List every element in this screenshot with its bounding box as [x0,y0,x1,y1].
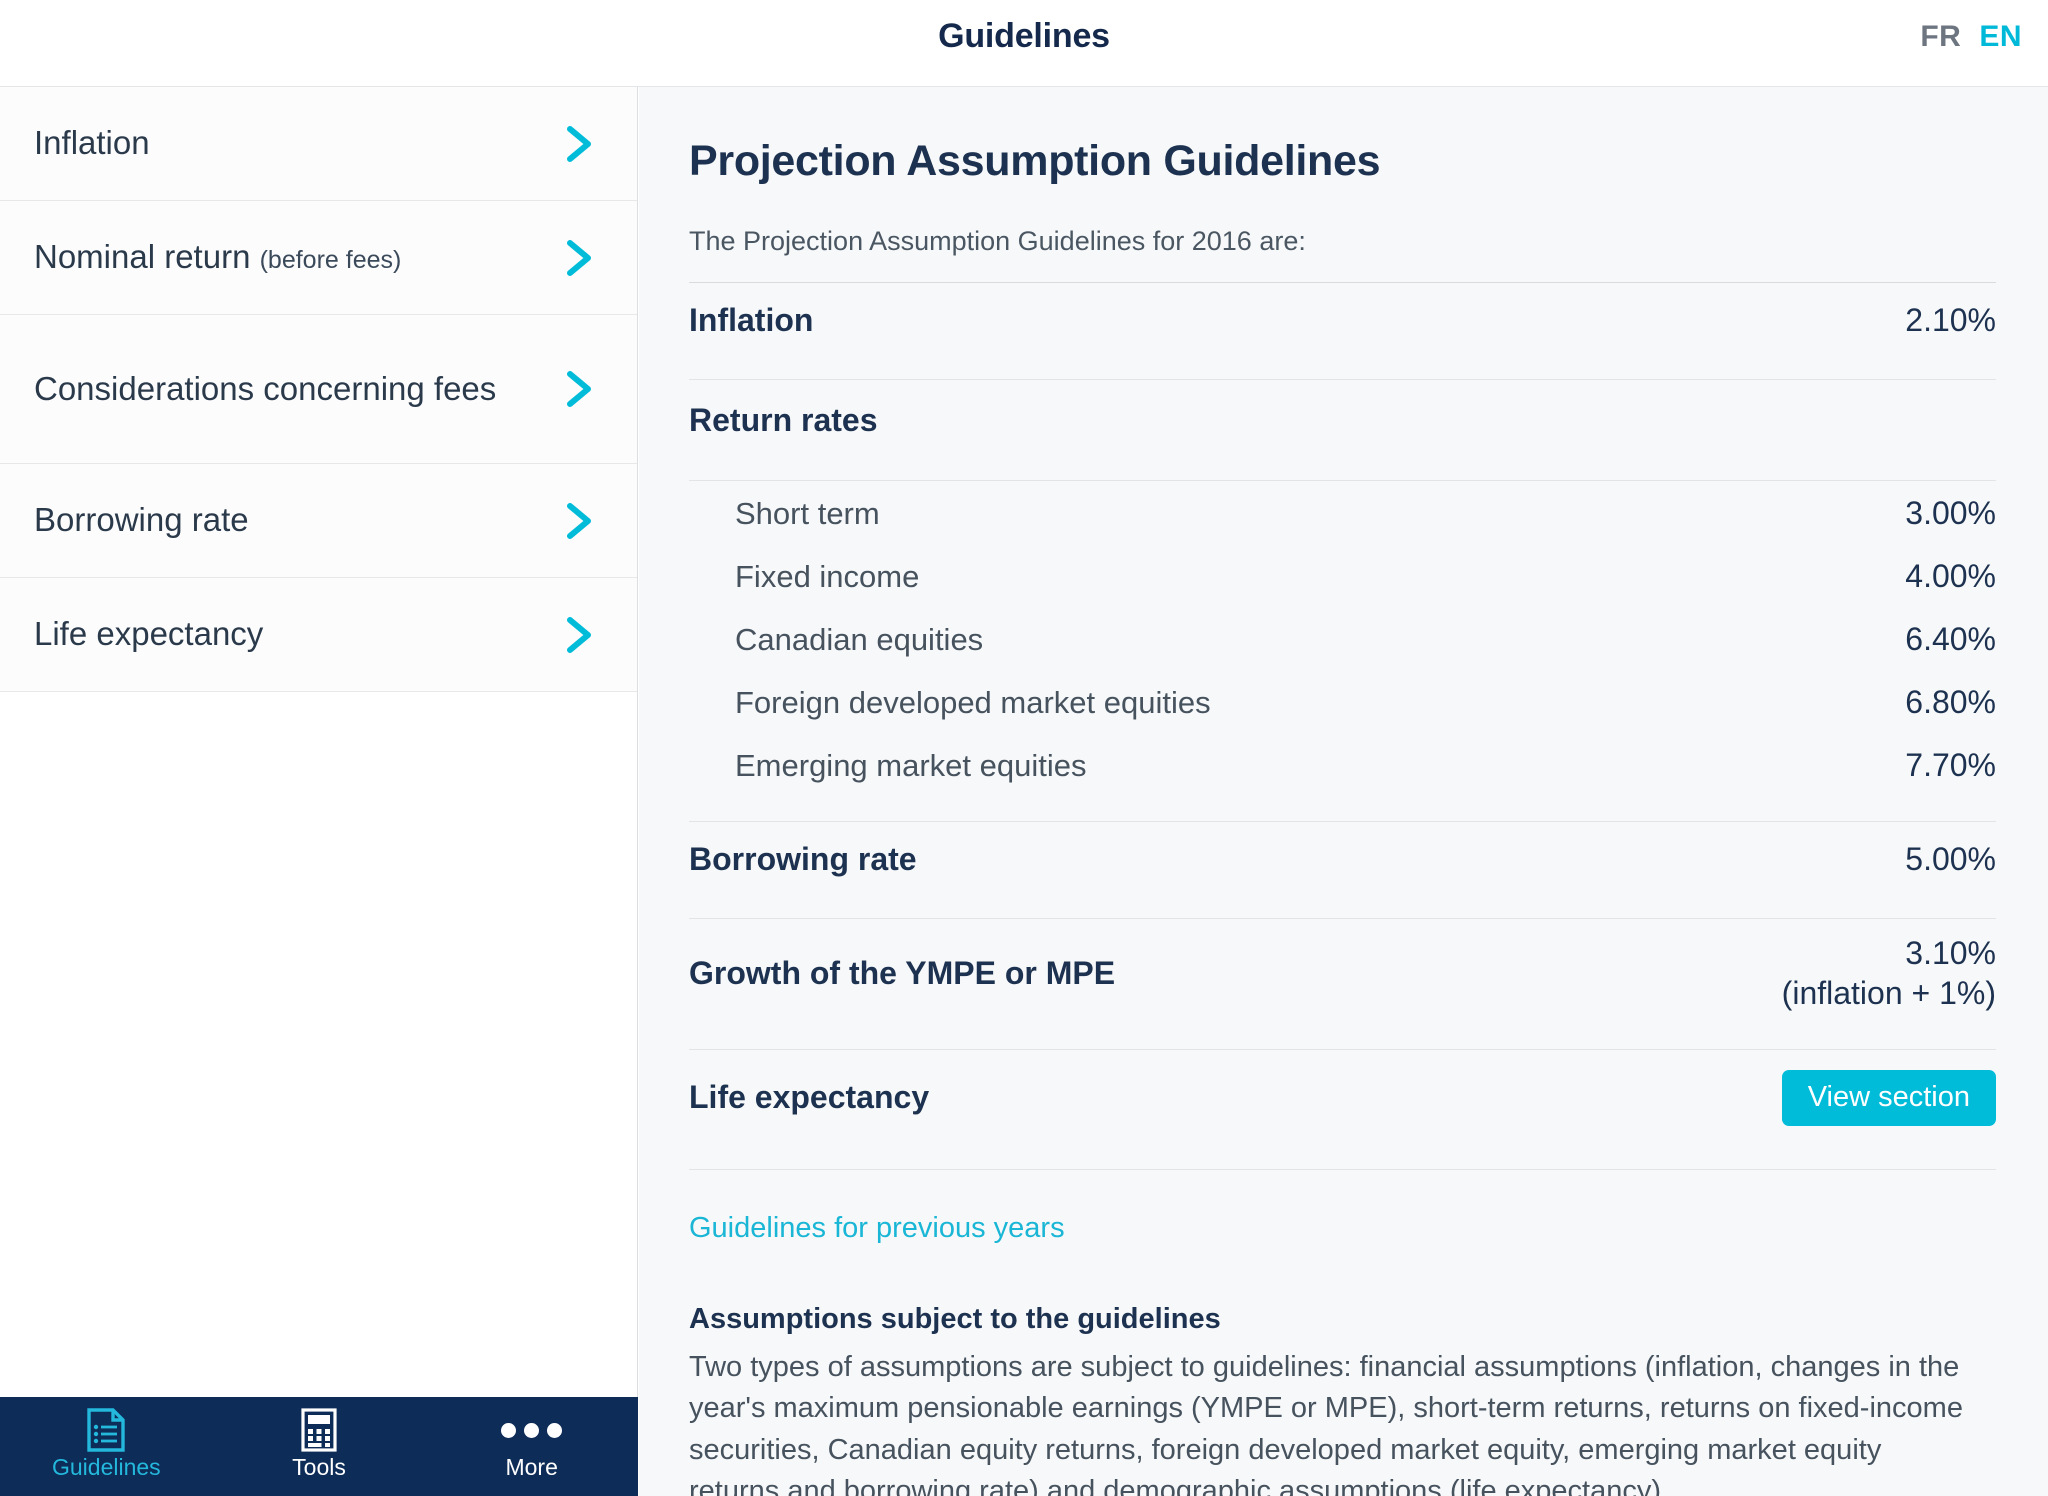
page-title-header: Guidelines [938,17,1110,55]
assumptions-heading: Assumptions subject to the guidelines [689,1302,1221,1335]
app-root: Guidelines FR EN Inflation Nominal retur… [0,0,2048,1496]
row-emerging-market-equities: Emerging market equities 7.70% [689,733,1996,796]
assumptions-paragraph: Two types of assumptions are subject to … [689,1350,1963,1496]
sidebar-item-inflation[interactable]: Inflation [0,87,637,201]
nav-item-guidelines[interactable]: Guidelines [0,1397,213,1496]
row-label: Borrowing rate [689,841,917,877]
row-life-expectancy: Life expectancy View section [689,1050,1996,1144]
chevron-right-icon [565,614,595,656]
chevron-right-icon [565,237,595,279]
row-canadian-equities: Canadian equities 6.40% [689,607,1996,670]
sidebar-item-life-expectancy[interactable]: Life expectancy [0,578,637,692]
ellipsis-dot [547,1422,563,1438]
sidebar-item-nominal-return[interactable]: Nominal return (before fees) [0,201,637,315]
sidebar-item-label: Borrowing rate [34,501,249,539]
app-header: Guidelines FR EN [0,0,2048,87]
row-label: Return rates [689,402,878,438]
row-growth-ympe-mpe: Growth of the YMPE or MPE 3.10% (inflati… [689,919,1996,1024]
ellipsis-dot [501,1422,517,1438]
row-label: Life expectancy [689,1079,930,1116]
row-value-note: (inflation + 1%) [1781,975,1996,1012]
row-inflation: Inflation 2.10% [689,283,1996,354]
row-fixed-income: Fixed income 4.00% [689,544,1996,607]
row-value: 3.00% [1905,495,1996,531]
page-subtitle: The Projection Assumption Guidelines for… [689,226,1306,256]
ellipsis-dot [524,1422,540,1438]
row-value: 2.10% [1905,302,1996,338]
row-label: Canadian equities [735,622,984,657]
row-label: Foreign developed market equities [735,685,1211,720]
nav-item-tools[interactable]: Tools [213,1397,426,1496]
row-foreign-developed-market-equities: Foreign developed market equities 6.80% [689,670,1996,733]
previous-years-link[interactable]: Guidelines for previous years [689,1212,1065,1245]
row-value: 4.00% [1905,558,1996,594]
row-value: 6.40% [1905,621,1996,657]
sidebar-item-label: Considerations concerning fees [34,369,497,407]
language-switcher: FR EN [1920,20,2022,54]
row-label: Emerging market equities [735,748,1087,783]
sidebar-item-label-sub: (before fees) [259,246,402,275]
row-value: 7.70% [1905,747,1996,783]
sidebar-item-label: Nominal return (before fees) [34,237,401,277]
sidebar-item-label: Inflation [34,124,150,162]
sidebar-item-label-main: Nominal return [34,238,251,276]
nav-item-label: Guidelines [51,1454,161,1480]
chevron-right-icon [565,500,595,542]
row-borrowing-rate: Borrowing rate 5.00% [689,822,1996,893]
lang-en-button[interactable]: EN [1979,20,2022,54]
document-list-icon [86,1408,126,1452]
sidebar-item-considerations-concerning-fees[interactable]: Considerations concerning fees [0,315,637,464]
divider [689,1168,1996,1170]
bottom-navigation-bar: Guidelines Tools More [0,1397,638,1496]
row-value: 3.10% [1905,935,1996,971]
view-section-button[interactable]: View section [1781,1069,1996,1126]
row-label: Short term [735,496,880,531]
sidebar-item-label: Life expectancy [34,615,264,653]
row-return-rates-heading: Return rates [689,380,1996,455]
ellipsis-icon [501,1408,563,1452]
row-label: Fixed income [735,559,920,594]
calculator-icon [299,1408,339,1452]
chevron-right-icon [565,123,595,165]
sidebar-item-borrowing-rate[interactable]: Borrowing rate [0,464,637,578]
main-content: Projection Assumption Guidelines The Pro… [639,87,2048,1496]
sidebar-empty-space [0,692,637,1397]
nav-item-more[interactable]: More [425,1397,638,1496]
row-value: 5.00% [1905,841,1996,877]
row-value-group: 3.10% (inflation + 1%) [1782,933,1996,1014]
page-title: Projection Assumption Guidelines [689,137,1381,185]
row-label: Growth of the YMPE or MPE [689,954,1116,991]
nav-item-label: More [505,1454,558,1480]
chevron-right-icon [565,368,595,410]
sidebar: Inflation Nominal return (before fees) C… [0,87,638,1397]
nav-item-label: Tools [292,1454,346,1480]
lang-fr-button[interactable]: FR [1920,20,1961,54]
row-short-term: Short term 3.00% [689,481,1996,544]
row-value: 6.80% [1905,684,1996,720]
row-label: Inflation [689,302,814,338]
